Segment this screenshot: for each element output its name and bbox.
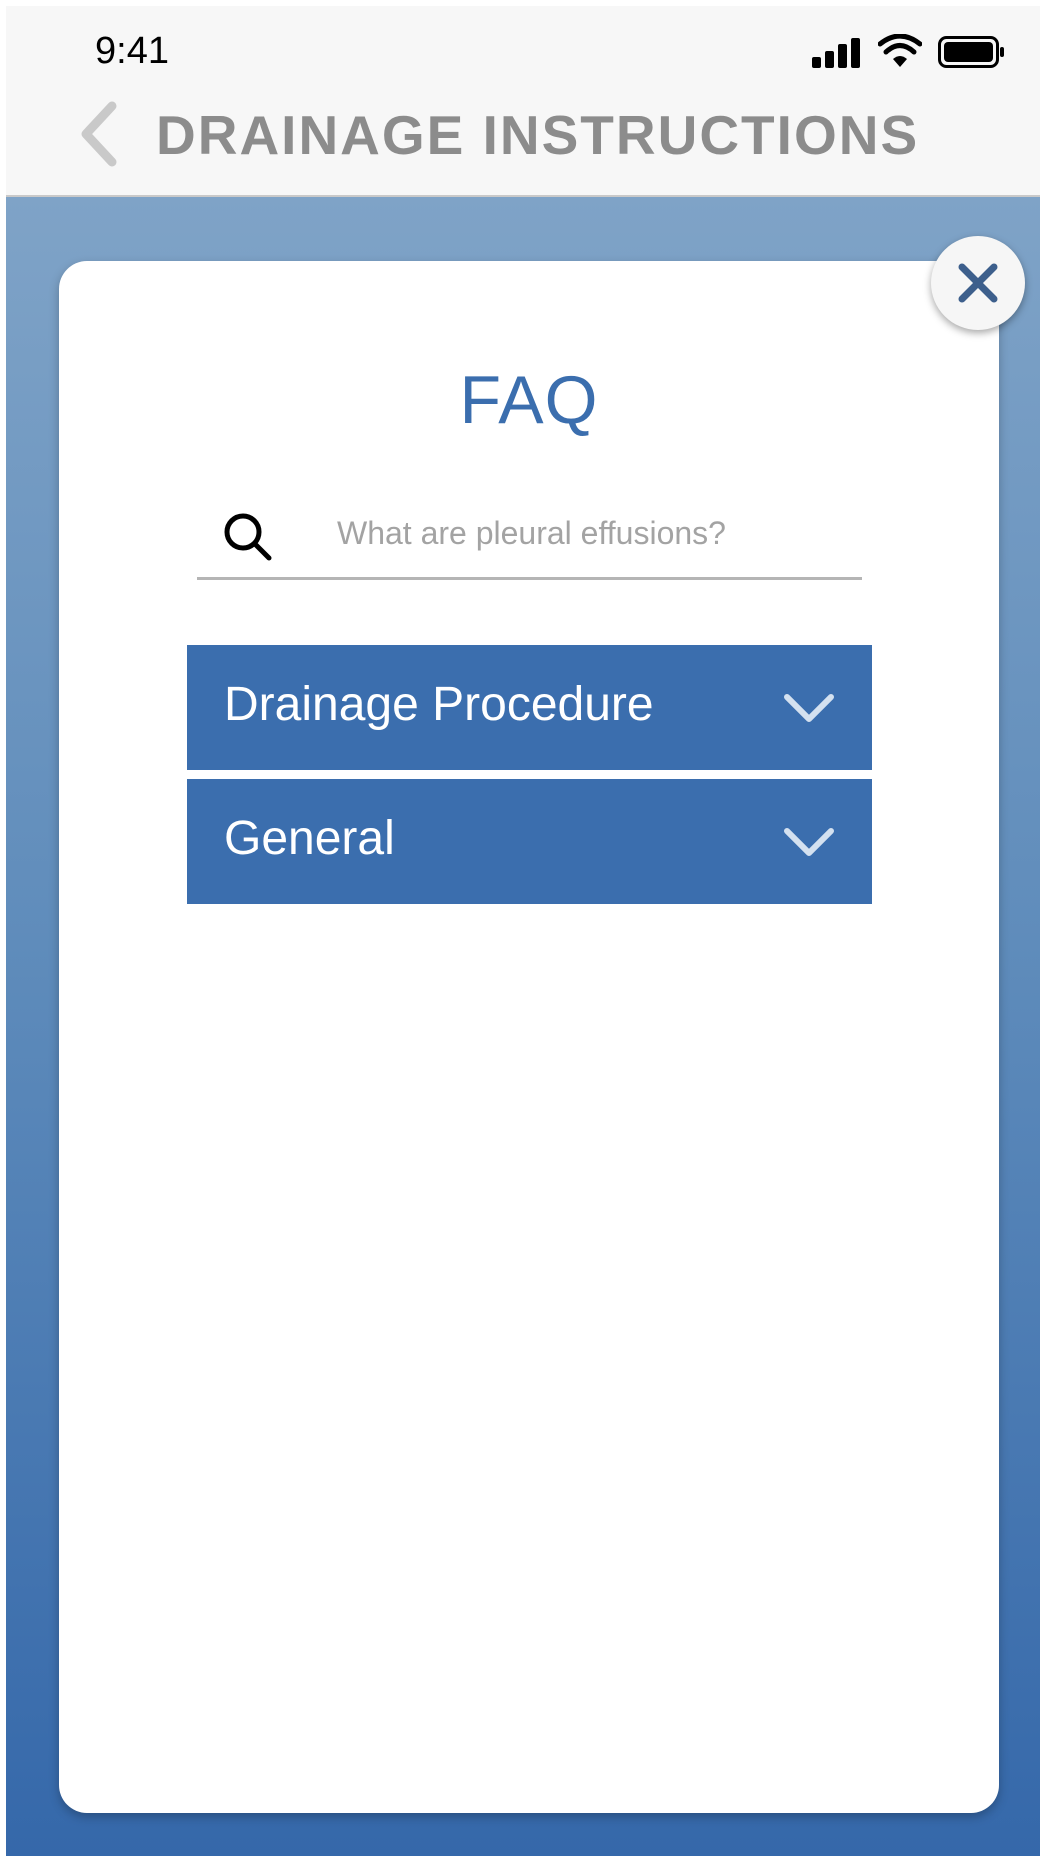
accordion-label: General — [224, 812, 395, 865]
faq-title: FAQ — [459, 362, 599, 438]
search-input[interactable] — [337, 507, 847, 559]
close-icon — [958, 263, 998, 303]
status-icons — [812, 30, 1008, 74]
accordion-general[interactable]: General — [187, 779, 872, 904]
navigation-header: 9:41 DRAINAGE INSTRUCTIONS — [6, 6, 1040, 197]
page-title: DRAINAGE INSTRUCTIONS — [156, 104, 920, 166]
search-icon — [224, 513, 272, 561]
accordion-label: Drainage Procedure — [224, 678, 654, 731]
search-bar — [197, 489, 862, 580]
chevron-left-icon — [81, 101, 117, 167]
faq-modal: FAQ Drainage Procedure General — [59, 261, 999, 1813]
back-button[interactable] — [74, 100, 126, 168]
wifi-icon — [878, 34, 922, 67]
signal-icon — [812, 38, 860, 68]
close-button[interactable] — [931, 236, 1025, 330]
battery-icon — [938, 36, 1004, 68]
status-time: 9:41 — [95, 30, 169, 72]
app-screen: 9:41 DRAINAGE INSTRUCTIONS FAQ What are … — [6, 6, 1040, 1856]
chevron-down-icon — [784, 694, 834, 722]
chevron-down-icon — [784, 828, 834, 856]
accordion-drainage-procedure[interactable]: Drainage Procedure — [187, 645, 872, 770]
